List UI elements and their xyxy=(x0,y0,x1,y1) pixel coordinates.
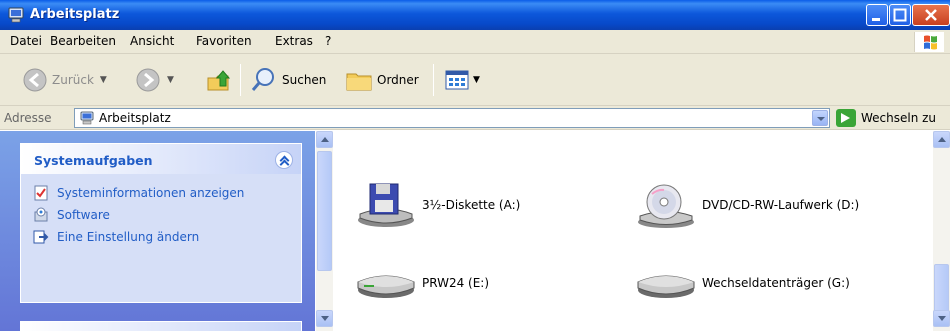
menu-help[interactable]: ? xyxy=(325,34,331,48)
cd-drive-icon xyxy=(638,184,694,228)
minimize-button[interactable] xyxy=(866,4,888,26)
forward-arrow-icon xyxy=(136,68,160,92)
maximize-icon xyxy=(893,8,907,22)
drive-label: Wechseldatenträger (G:) xyxy=(702,276,850,290)
window-title: Arbeitsplatz xyxy=(30,7,120,22)
scroll-up-button[interactable] xyxy=(316,131,333,148)
toolbar: Zurück ▼ ▼ Suchen Ordner ▼ xyxy=(0,54,950,106)
menu-view[interactable]: Ansicht xyxy=(130,34,174,48)
toolbar-separator xyxy=(240,64,241,96)
address-dropdown-button[interactable] xyxy=(812,110,828,126)
drive-label: 3½-Diskette (A:) xyxy=(422,198,521,212)
back-label: Zurück xyxy=(52,73,94,87)
minimize-icon xyxy=(872,18,880,21)
close-button[interactable] xyxy=(912,4,950,26)
search-label: Suchen xyxy=(282,73,327,87)
back-arrow-icon xyxy=(23,68,47,92)
scroll-thumb[interactable] xyxy=(934,264,949,314)
menu-extras[interactable]: Extras xyxy=(275,34,313,48)
removable-drive-icon xyxy=(637,275,695,298)
address-label: Adresse xyxy=(4,111,52,125)
scroll-down-button[interactable] xyxy=(316,310,333,327)
close-icon xyxy=(925,9,937,21)
maximize-button[interactable] xyxy=(889,4,911,26)
menu-favorites[interactable]: Favoriten xyxy=(196,34,252,48)
scroll-thumb[interactable] xyxy=(317,151,332,271)
windows-flag-icon xyxy=(924,35,937,50)
task-pane: Systemaufgaben Systeminformationen anzei… xyxy=(0,131,315,331)
address-value: Arbeitsplatz xyxy=(99,111,171,125)
hard-drive-icon xyxy=(357,275,415,298)
folders-button[interactable]: Ordner xyxy=(345,66,419,94)
back-button[interactable]: Zurück ▼ xyxy=(22,66,107,94)
task-pane-scrollbar[interactable] xyxy=(316,131,333,331)
system-info-icon xyxy=(34,185,48,201)
menu-file[interactable]: Datei xyxy=(10,34,42,48)
system-tasks-panel: Systemaufgaben Systeminformationen anzei… xyxy=(20,143,302,303)
scroll-down-button[interactable] xyxy=(933,310,950,327)
address-field[interactable]: Arbeitsplatz xyxy=(74,108,830,128)
drive-item-prw24[interactable]: PRW24 (E:) xyxy=(354,258,489,308)
system-tasks-header[interactable]: Systemaufgaben xyxy=(21,144,301,174)
content-scrollbar[interactable] xyxy=(933,131,950,331)
settings-icon xyxy=(33,230,49,244)
search-icon xyxy=(251,68,274,91)
go-arrow-icon xyxy=(836,109,856,127)
task-label: Eine Einstellung ändern xyxy=(57,230,200,244)
views-button[interactable]: ▼ xyxy=(445,66,480,94)
folder-up-icon xyxy=(207,70,231,91)
search-button[interactable]: Suchen xyxy=(250,66,326,94)
views-icon xyxy=(445,70,469,90)
drive-label: DVD/CD-RW-Laufwerk (D:) xyxy=(702,198,860,212)
task-system-info[interactable]: Systeminformationen anzeigen xyxy=(33,185,244,201)
scroll-up-button[interactable] xyxy=(933,131,950,148)
drive-item-dvd[interactable]: DVD/CD-RW-Laufwerk (D:) xyxy=(634,180,859,230)
views-dropdown-icon[interactable]: ▼ xyxy=(473,75,480,85)
task-change-setting[interactable]: Eine Einstellung ändern xyxy=(33,229,199,245)
forward-button[interactable]: ▼ xyxy=(135,66,174,94)
folders-label: Ordner xyxy=(377,73,419,87)
drive-item-removable[interactable]: Wechseldatenträger (G:) xyxy=(634,258,850,308)
folder-icon xyxy=(346,73,372,91)
task-software[interactable]: Software xyxy=(33,207,110,223)
task-label: Software xyxy=(57,208,110,222)
menu-edit[interactable]: Bearbeiten xyxy=(50,34,116,48)
up-folder-button[interactable] xyxy=(205,66,233,94)
title-bar[interactable]: Arbeitsplatz xyxy=(0,0,950,30)
other-places-header[interactable] xyxy=(20,321,302,331)
floppy-drive-icon xyxy=(358,183,414,227)
drive-item-floppy[interactable]: 3½-Diskette (A:) xyxy=(354,180,520,230)
address-bar: Adresse Arbeitsplatz Wechseln zu xyxy=(0,106,950,130)
drive-label: PRW24 (E:) xyxy=(422,276,490,290)
go-button[interactable]: Wechseln zu xyxy=(836,109,936,127)
my-computer-icon xyxy=(80,111,94,125)
task-label: Systeminformationen anzeigen xyxy=(57,186,245,200)
toolbar-separator xyxy=(433,64,434,96)
my-computer-icon xyxy=(8,7,24,23)
menu-bar: Datei Bearbeiten Ansicht Favoriten Extra… xyxy=(0,30,950,54)
back-dropdown-icon[interactable]: ▼ xyxy=(100,75,107,85)
collapse-chevron-icon[interactable] xyxy=(275,151,293,169)
software-icon xyxy=(34,207,48,222)
go-label: Wechseln zu xyxy=(861,111,937,125)
windows-logo xyxy=(914,32,944,52)
system-tasks-title: Systemaufgaben xyxy=(34,153,153,168)
forward-dropdown-icon[interactable]: ▼ xyxy=(167,75,174,85)
